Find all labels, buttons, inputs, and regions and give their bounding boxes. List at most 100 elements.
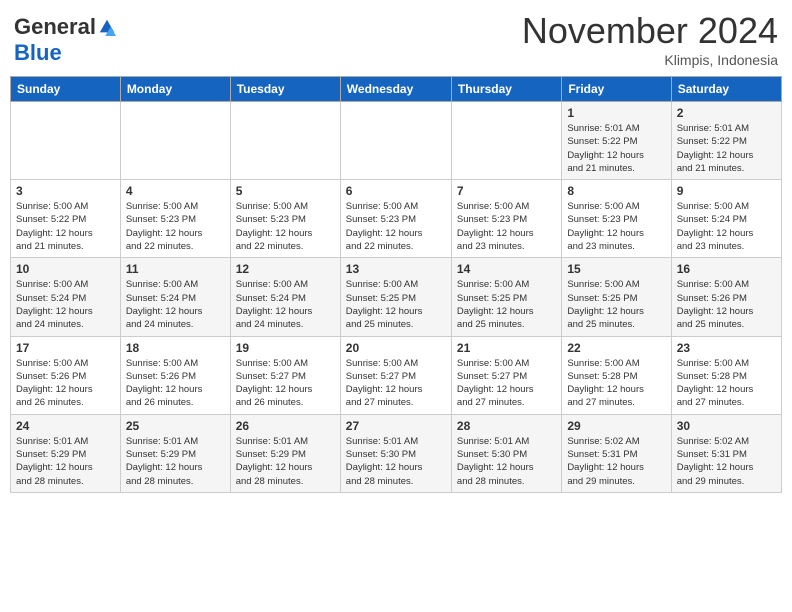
- logo-blue-text: Blue: [14, 40, 62, 65]
- day-number: 28: [457, 419, 556, 433]
- day-info: Sunrise: 5:00 AMSunset: 5:27 PMDaylight:…: [346, 357, 446, 410]
- table-row: 12 Sunrise: 5:00 AMSunset: 5:24 PMDayligh…: [230, 258, 340, 336]
- month-title: November 2024: [522, 10, 778, 52]
- table-row: 29 Sunrise: 5:02 AMSunset: 5:31 PMDayligh…: [562, 414, 671, 492]
- day-number: 14: [457, 262, 556, 276]
- table-row: 4 Sunrise: 5:00 AMSunset: 5:23 PMDaylight…: [120, 180, 230, 258]
- table-row: 20 Sunrise: 5:00 AMSunset: 5:27 PMDayligh…: [340, 336, 451, 414]
- table-row: 19Sunrise: 5:00 AMSunset: 5:27 PMDayligh…: [230, 336, 340, 414]
- day-number: 3: [16, 184, 115, 198]
- day-info: Sunrise: 5:00 AMSunset: 5:27 PMDaylight:…: [457, 357, 556, 410]
- header-thursday: Thursday: [451, 77, 561, 102]
- day-info: Sunrise: 5:00 AMSunset: 5:25 PMDaylight:…: [346, 278, 446, 331]
- header-monday: Monday: [120, 77, 230, 102]
- day-info: Sunrise: 5:01 AMSunset: 5:29 PMDaylight:…: [126, 435, 225, 488]
- table-row: [11, 102, 121, 180]
- day-info: Sunrise: 5:00 AMSunset: 5:24 PMDaylight:…: [16, 278, 115, 331]
- day-number: 2: [677, 106, 776, 120]
- day-info: Sunrise: 5:01 AMSunset: 5:29 PMDaylight:…: [236, 435, 335, 488]
- day-info: Sunrise: 5:00 AMSunset: 5:23 PMDaylight:…: [346, 200, 446, 253]
- header-friday: Friday: [562, 77, 671, 102]
- logo-general-text: General: [14, 14, 96, 40]
- day-info: Sunrise: 5:00 AMSunset: 5:22 PMDaylight:…: [16, 200, 115, 253]
- day-number: 6: [346, 184, 446, 198]
- day-number: 18: [126, 341, 225, 355]
- day-number: 25: [126, 419, 225, 433]
- day-info: Sunrise: 5:01 AMSunset: 5:30 PMDaylight:…: [457, 435, 556, 488]
- day-info: Sunrise: 5:01 AMSunset: 5:22 PMDaylight:…: [677, 122, 776, 175]
- day-number: 22: [567, 341, 665, 355]
- table-row: 23Sunrise: 5:00 AMSunset: 5:28 PMDayligh…: [671, 336, 781, 414]
- day-number: 24: [16, 419, 115, 433]
- table-row: 16 Sunrise: 5:00 AMSunset: 5:26 PMDayligh…: [671, 258, 781, 336]
- table-row: 3 Sunrise: 5:00 AMSunset: 5:22 PMDaylight…: [11, 180, 121, 258]
- day-number: 15: [567, 262, 665, 276]
- location: Klimpis, Indonesia: [522, 52, 778, 68]
- table-row: 18 Sunrise: 5:00 AMSunset: 5:26 PMDayligh…: [120, 336, 230, 414]
- table-row: [340, 102, 451, 180]
- day-info: Sunrise: 5:00 AMSunset: 5:28 PMDaylight:…: [567, 357, 665, 410]
- day-number: 27: [346, 419, 446, 433]
- day-number: 10: [16, 262, 115, 276]
- day-number: 4: [126, 184, 225, 198]
- header-wednesday: Wednesday: [340, 77, 451, 102]
- day-number: 8: [567, 184, 665, 198]
- logo: General Blue: [14, 14, 116, 66]
- day-number: 20: [346, 341, 446, 355]
- header-saturday: Saturday: [671, 77, 781, 102]
- table-row: 24 Sunrise: 5:01 AMSunset: 5:29 PMDayligh…: [11, 414, 121, 492]
- table-row: 25 Sunrise: 5:01 AMSunset: 5:29 PMDayligh…: [120, 414, 230, 492]
- day-number: 26: [236, 419, 335, 433]
- logo-icon: [98, 18, 116, 36]
- day-info: Sunrise: 5:00 AMSunset: 5:26 PMDaylight:…: [126, 357, 225, 410]
- table-row: 28 Sunrise: 5:01 AMSunset: 5:30 PMDayligh…: [451, 414, 561, 492]
- day-info: Sunrise: 5:00 AMSunset: 5:24 PMDaylight:…: [677, 200, 776, 253]
- day-number: 21: [457, 341, 556, 355]
- day-info: Sunrise: 5:00 AMSunset: 5:23 PMDaylight:…: [457, 200, 556, 253]
- table-row: [451, 102, 561, 180]
- day-info: Sunrise: 5:00 AMSunset: 5:27 PMDaylight:…: [236, 357, 335, 410]
- day-info: Sunrise: 5:00 AMSunset: 5:23 PMDaylight:…: [236, 200, 335, 253]
- table-row: 26 Sunrise: 5:01 AMSunset: 5:29 PMDayligh…: [230, 414, 340, 492]
- calendar-week-1: 1 Sunrise: 5:01 AMSunset: 5:22 PMDaylight…: [11, 102, 782, 180]
- day-info: Sunrise: 5:02 AMSunset: 5:31 PMDaylight:…: [677, 435, 776, 488]
- calendar: Sunday Monday Tuesday Wednesday Thursday…: [10, 76, 782, 493]
- day-number: 5: [236, 184, 335, 198]
- day-number: 16: [677, 262, 776, 276]
- day-info: Sunrise: 5:00 AMSunset: 5:28 PMDaylight:…: [677, 357, 776, 410]
- day-number: 17: [16, 341, 115, 355]
- day-number: 1: [567, 106, 665, 120]
- day-number: 29: [567, 419, 665, 433]
- calendar-week-5: 24 Sunrise: 5:01 AMSunset: 5:29 PMDayligh…: [11, 414, 782, 492]
- table-row: 13Sunrise: 5:00 AMSunset: 5:25 PMDayligh…: [340, 258, 451, 336]
- day-info: Sunrise: 5:01 AMSunset: 5:29 PMDaylight:…: [16, 435, 115, 488]
- header-tuesday: Tuesday: [230, 77, 340, 102]
- table-row: 27 Sunrise: 5:01 AMSunset: 5:30 PMDayligh…: [340, 414, 451, 492]
- day-info: Sunrise: 5:00 AMSunset: 5:25 PMDaylight:…: [567, 278, 665, 331]
- table-row: 5 Sunrise: 5:00 AMSunset: 5:23 PMDaylight…: [230, 180, 340, 258]
- day-info: Sunrise: 5:00 AMSunset: 5:24 PMDaylight:…: [126, 278, 225, 331]
- day-number: 7: [457, 184, 556, 198]
- table-row: [230, 102, 340, 180]
- table-row: [120, 102, 230, 180]
- table-row: 15 Sunrise: 5:00 AMSunset: 5:25 PMDayligh…: [562, 258, 671, 336]
- day-info: Sunrise: 5:02 AMSunset: 5:31 PMDaylight:…: [567, 435, 665, 488]
- table-row: 7 Sunrise: 5:00 AMSunset: 5:23 PMDaylight…: [451, 180, 561, 258]
- table-row: 14Sunrise: 5:00 AMSunset: 5:25 PMDayligh…: [451, 258, 561, 336]
- day-number: 12: [236, 262, 335, 276]
- title-block: November 2024 Klimpis, Indonesia: [522, 10, 778, 68]
- table-row: 11 Sunrise: 5:00 AMSunset: 5:24 PMDayligh…: [120, 258, 230, 336]
- day-info: Sunrise: 5:00 AMSunset: 5:24 PMDaylight:…: [236, 278, 335, 331]
- calendar-week-3: 10 Sunrise: 5:00 AMSunset: 5:24 PMDayligh…: [11, 258, 782, 336]
- page-header: General Blue November 2024 Klimpis, Indo…: [10, 10, 782, 68]
- day-info: Sunrise: 5:00 AMSunset: 5:23 PMDaylight:…: [126, 200, 225, 253]
- day-info: Sunrise: 5:01 AMSunset: 5:22 PMDaylight:…: [567, 122, 665, 175]
- table-row: 21 Sunrise: 5:00 AMSunset: 5:27 PMDayligh…: [451, 336, 561, 414]
- day-info: Sunrise: 5:01 AMSunset: 5:30 PMDaylight:…: [346, 435, 446, 488]
- table-row: 6 Sunrise: 5:00 AMSunset: 5:23 PMDaylight…: [340, 180, 451, 258]
- calendar-week-4: 17 Sunrise: 5:00 AMSunset: 5:26 PMDayligh…: [11, 336, 782, 414]
- day-number: 11: [126, 262, 225, 276]
- day-number: 9: [677, 184, 776, 198]
- table-row: 30Sunrise: 5:02 AMSunset: 5:31 PMDayligh…: [671, 414, 781, 492]
- day-info: Sunrise: 5:00 AMSunset: 5:26 PMDaylight:…: [677, 278, 776, 331]
